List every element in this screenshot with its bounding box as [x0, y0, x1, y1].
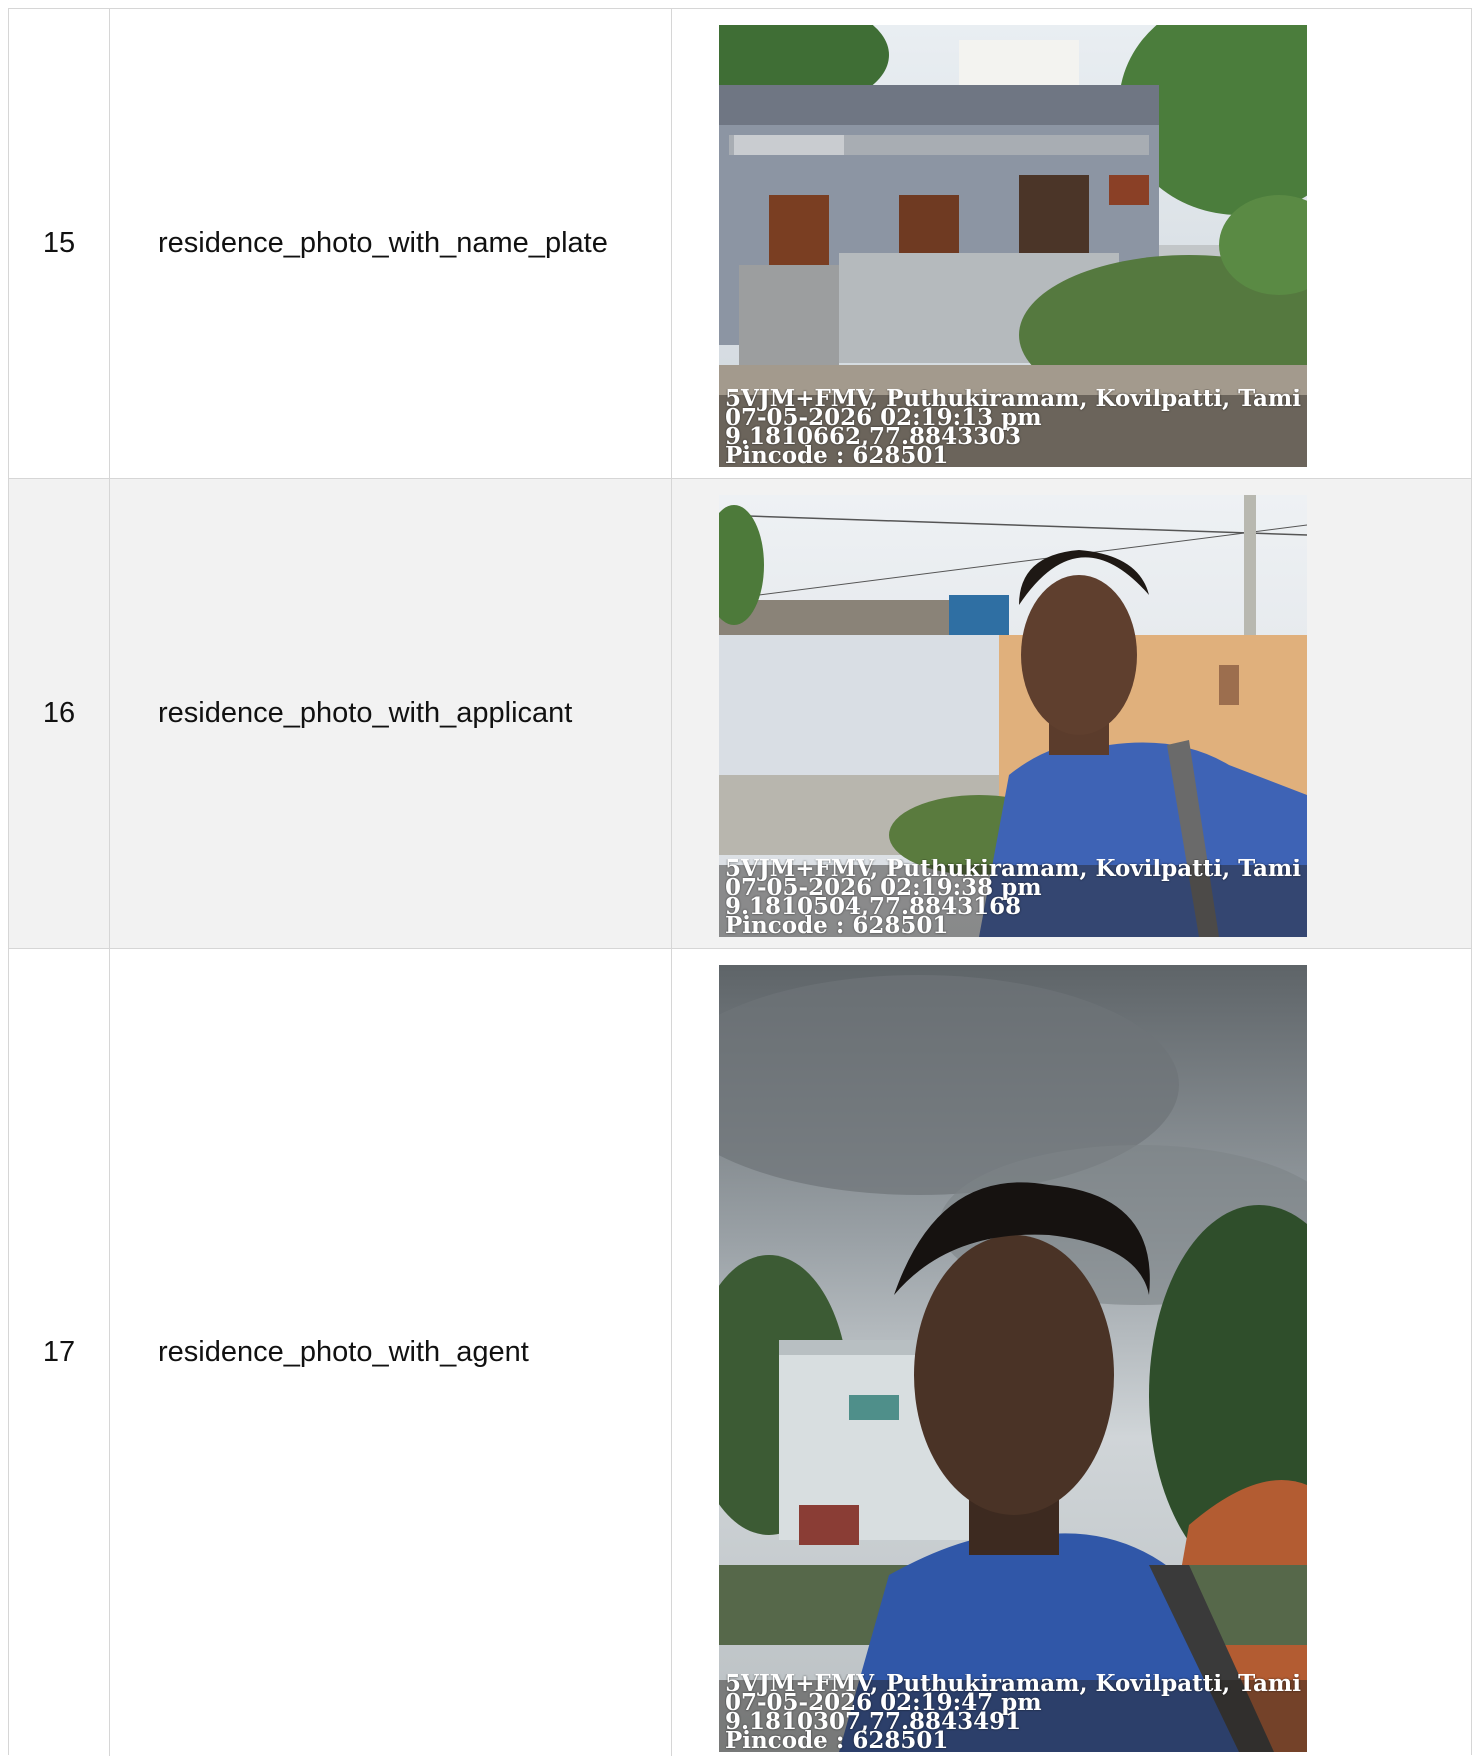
- photo-cell: 5VJM+FMV, Puthukiramam, Kovilpatti, Tami…: [672, 949, 1471, 1756]
- photo-cell: 5VJM+FMV, Puthukiramam, Kovilpatti, Tami…: [672, 479, 1471, 948]
- field-name: residence_photo_with_name_plate: [110, 9, 672, 478]
- table-row: 17 residence_photo_with_agent 5VJM+FMV, …: [9, 949, 1471, 1756]
- geo-stamp: 5VJM+FMV, Puthukiramam, Kovilpatti, Tami…: [725, 389, 1307, 465]
- agent-photo-image: [719, 965, 1307, 1752]
- residence-photo[interactable]: 5VJM+FMV, Puthukiramam, Kovilpatti, Tami…: [719, 25, 1307, 467]
- row-index: 16: [9, 479, 110, 948]
- field-name: residence_photo_with_agent: [110, 949, 672, 1756]
- field-name: residence_photo_with_applicant: [110, 479, 672, 948]
- photo-cell: 5VJM+FMV, Puthukiramam, Kovilpatti, Tami…: [672, 9, 1471, 478]
- table-row: 16 residence_photo_with_applicant 5VJM+F…: [9, 479, 1471, 949]
- geo-stamp: 5VJM+FMV, Puthukiramam, Kovilpatti, Tami…: [725, 859, 1307, 935]
- row-index: 17: [9, 949, 110, 1756]
- geo-stamp: 5VJM+FMV, Puthukiramam, Kovilpatti, Tami…: [725, 1674, 1307, 1750]
- row-index: 15: [9, 9, 110, 478]
- residence-photo[interactable]: 5VJM+FMV, Puthukiramam, Kovilpatti, Tami…: [719, 965, 1307, 1752]
- photo-table: 15 residence_photo_with_name_plate 5VJM+…: [8, 8, 1472, 1756]
- residence-photo[interactable]: 5VJM+FMV, Puthukiramam, Kovilpatti, Tami…: [719, 495, 1307, 937]
- table-row: 15 residence_photo_with_name_plate 5VJM+…: [9, 9, 1471, 479]
